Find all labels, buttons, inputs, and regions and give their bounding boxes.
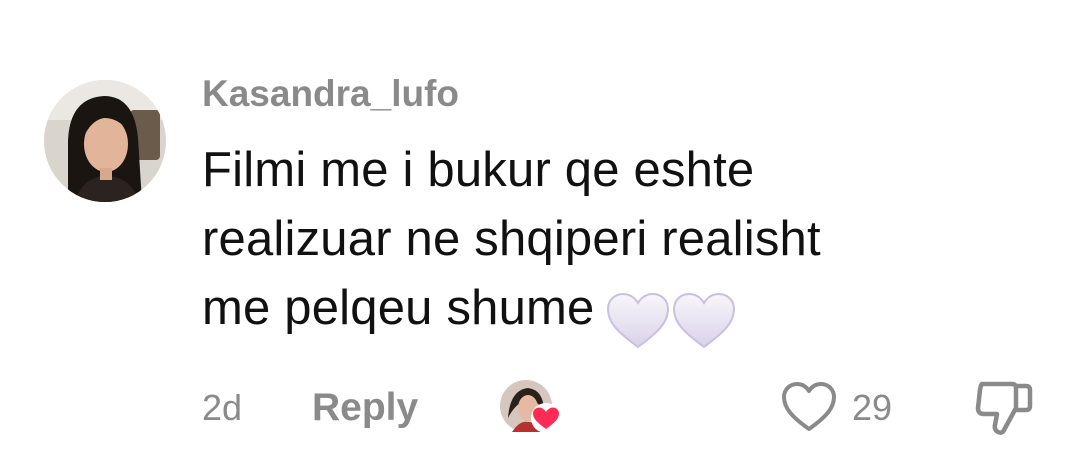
dislike-button[interactable]	[974, 378, 1034, 438]
liked-by-creator-badge	[498, 378, 564, 434]
thumbs-down-icon	[975, 381, 1033, 435]
like-button[interactable]	[780, 380, 838, 434]
comment-line: Filmi me i bukur qe eshte	[202, 143, 755, 197]
username[interactable]: Kasandra_lufo	[202, 70, 459, 118]
comment-line: realizuar ne shqiperi realisht	[202, 212, 821, 266]
avatar[interactable]	[44, 80, 166, 202]
white-heart-icon	[672, 293, 735, 349]
comment-line: me pelqeu shume	[202, 274, 1042, 353]
comment-timestamp: 2d	[202, 387, 243, 428]
comment-line-text: me pelqeu shume	[202, 281, 595, 335]
avatar-photo	[44, 80, 166, 202]
reply-button[interactable]: Reply	[312, 384, 418, 432]
heart-outline-icon	[782, 382, 836, 431]
white-heart-icon	[606, 293, 669, 349]
emoji-group	[605, 284, 737, 353]
creator-heart-icon	[531, 403, 561, 433]
comment-text: Filmi me i bukur qe eshte realizuar ne s…	[202, 136, 1042, 353]
like-count: 29	[852, 387, 893, 428]
